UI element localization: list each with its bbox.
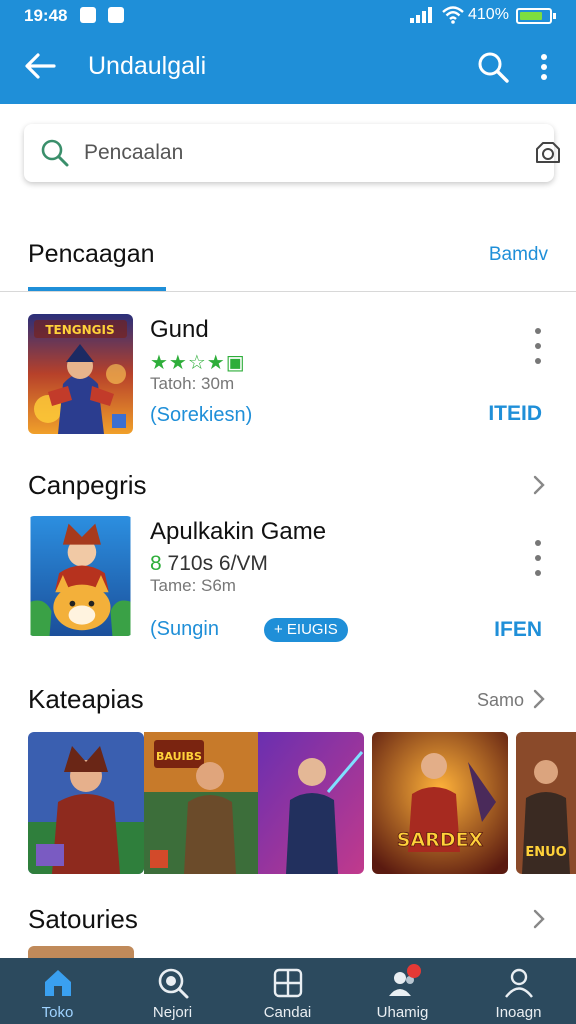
- app-name: Apulkakin Game: [150, 518, 327, 545]
- grid-icon: [273, 968, 303, 998]
- install-button[interactable]: IFEN: [494, 618, 542, 642]
- search-input[interactable]: [84, 136, 504, 170]
- nav-item-candai[interactable]: Candai: [230, 958, 345, 1024]
- category-image: SARDEX: [372, 732, 508, 874]
- app-rating: ★★☆★▣: [150, 352, 246, 374]
- partial-thumbnail: [28, 946, 134, 958]
- category-image: ENUO: [516, 732, 576, 874]
- nav-item-uhamig[interactable]: Uhamig: [345, 958, 460, 1024]
- section-header-categories[interactable]: Kateapias Samo: [0, 680, 576, 720]
- top-app-bar: 19:48 410% Undaulgali: [0, 0, 576, 104]
- card-caption: ENUO: [525, 845, 566, 860]
- app-name: Gund: [150, 316, 209, 343]
- search-icon: [41, 139, 69, 167]
- app-size: Tatoh: 30m: [150, 374, 235, 393]
- camera-icon[interactable]: [534, 140, 562, 166]
- nav-item-toko[interactable]: Toko: [0, 958, 115, 1024]
- nav-label: Toko: [41, 1004, 74, 1021]
- battery-percent: 410%: [468, 6, 509, 23]
- chevron-right-icon: [533, 689, 545, 709]
- app-thumbnail: TENGNGIS: [28, 314, 133, 434]
- tab-link[interactable]: Bamdv: [489, 244, 548, 266]
- tab-indicator: [28, 287, 166, 291]
- section-title: Satouries: [28, 904, 138, 934]
- arrow-left-icon[interactable]: [22, 50, 58, 82]
- notification-icon: [108, 7, 124, 23]
- battery-icon: [516, 8, 556, 24]
- nav-item-inoagn[interactable]: Inoagn: [461, 958, 576, 1024]
- search-bar: [24, 124, 560, 182]
- rating-prefix: 8: [150, 552, 162, 575]
- section-header-saturies[interactable]: Satouries: [0, 900, 576, 940]
- app-subtitle: (Sorekiesn): [150, 404, 253, 426]
- app-rating: 8 710s 6/VM: [150, 552, 268, 576]
- section-title: Kateapias: [28, 684, 144, 714]
- game-artwork-image: TENGNGIS: [28, 314, 133, 434]
- notification-icon: [80, 7, 96, 23]
- category-card[interactable]: ENUO: [516, 732, 576, 874]
- tab-pencaagan[interactable]: Pencaagan: [28, 240, 155, 269]
- thumb-title-text: TENGNGIS: [45, 323, 114, 337]
- app-subtitle: (Sungin: [150, 618, 219, 640]
- home-icon: [45, 970, 71, 996]
- tag-chip[interactable]: + EIUGIS: [264, 618, 348, 642]
- nav-label: Candai: [263, 1004, 312, 1021]
- app-thumbnail: [28, 516, 133, 636]
- card-caption: BAUIBS: [156, 750, 202, 763]
- notification-badge: [407, 964, 421, 978]
- bottom-navigation: Toko Nejori Candai Uhamig Inoagn: [0, 958, 576, 1024]
- more-vert-icon[interactable]: [534, 326, 542, 370]
- tab-row: Pencaagan Bamdv: [0, 228, 576, 292]
- category-image: BAUIBS: [144, 732, 258, 874]
- page-title: Undaulgali: [88, 52, 207, 80]
- see-more-link[interactable]: Samo: [477, 690, 524, 711]
- category-card[interactable]: BAUIBS: [144, 732, 258, 874]
- play-store-screen: 19:48 410% Undaulgali Pencaalan Pencaaga…: [0, 0, 576, 1024]
- app-size: Tame: S6m: [150, 576, 236, 595]
- app-list-item[interactable]: TENGNGIS Gund ★★☆★▣ Tatoh: 30m (Sorekies…: [0, 314, 576, 436]
- status-bar: 19:48 410%: [0, 0, 576, 30]
- category-image: [28, 732, 144, 874]
- section-header-campaign[interactable]: Canpegris: [0, 466, 576, 506]
- game-artwork-image: [30, 516, 131, 636]
- rating-text: 710s 6/VM: [167, 552, 268, 575]
- status-time: 19:48: [24, 6, 68, 25]
- chevron-right-icon: [533, 909, 545, 929]
- chevron-right-icon: [533, 475, 545, 495]
- person-icon: [505, 968, 533, 998]
- nav-item-nejori[interactable]: Nejori: [115, 958, 230, 1024]
- nav-label: Inoagn: [495, 1004, 542, 1021]
- category-card[interactable]: SARDEX: [372, 732, 508, 874]
- category-card[interactable]: [258, 732, 364, 874]
- card-caption: SARDEX: [397, 829, 484, 851]
- category-carousel: BAUIBS SARDEX ENUO: [0, 732, 576, 876]
- category-image: [258, 732, 364, 874]
- app-list-item[interactable]: Apulkakin Game 8 710s 6/VM Tame: S6m (Su…: [0, 516, 576, 642]
- more-vert-icon[interactable]: [534, 538, 542, 582]
- category-card[interactable]: [28, 732, 144, 874]
- install-button[interactable]: ITEID: [488, 402, 542, 426]
- wifi-icon: [442, 6, 464, 24]
- search-icon[interactable]: [476, 50, 510, 84]
- more-vert-icon[interactable]: [532, 50, 556, 84]
- nav-label: Nejori: [152, 1004, 193, 1021]
- search-icon: [158, 968, 189, 999]
- section-title: Canpegris: [28, 470, 147, 500]
- nav-label: Uhamig: [376, 1004, 429, 1021]
- signal-icon: [410, 7, 432, 23]
